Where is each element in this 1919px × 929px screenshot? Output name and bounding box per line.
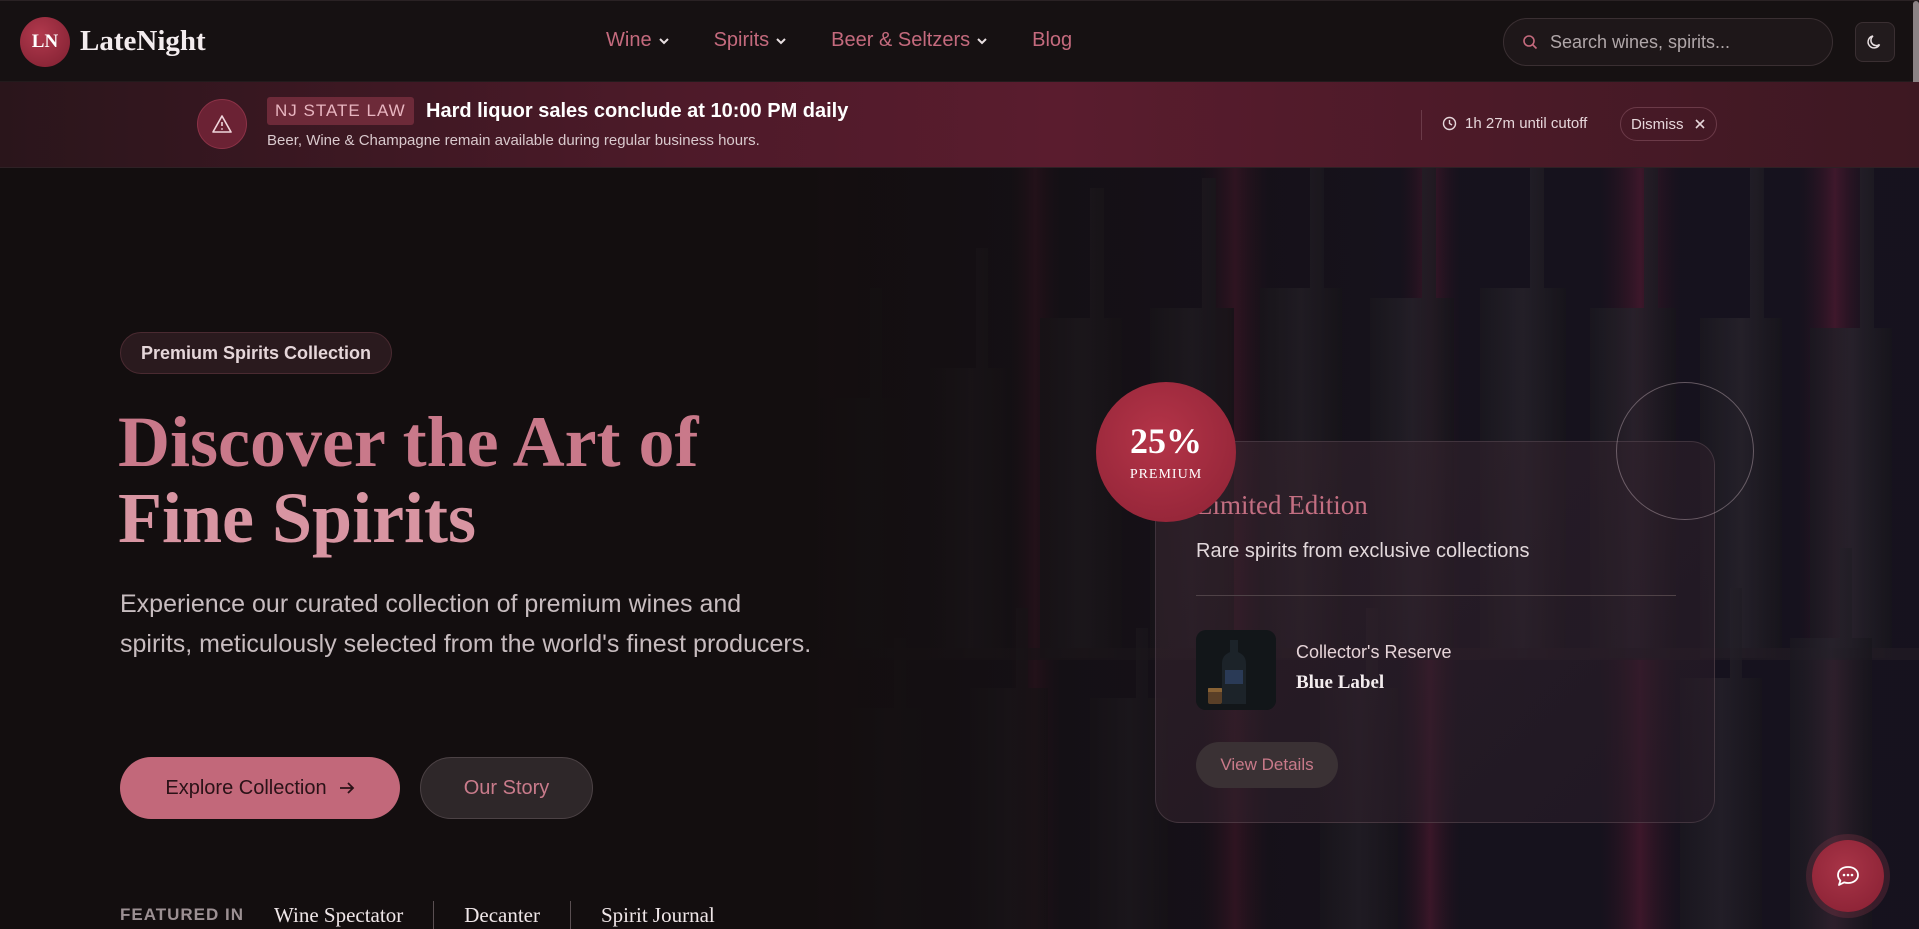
- chevron-down-icon: [658, 37, 669, 44]
- decorative-ring: [1616, 382, 1754, 520]
- clock-icon: [1442, 116, 1457, 131]
- search-icon: [1523, 35, 1538, 50]
- button-label: View Details: [1220, 755, 1314, 774]
- nav-item-wine[interactable]: Wine: [606, 29, 670, 52]
- top-nav: LN LateNight Wine Spirits Beer & Seltzer…: [0, 0, 1919, 116]
- product-name: Blue Label: [1296, 672, 1385, 693]
- countdown-text: 1h 27m until cutoff: [1465, 115, 1588, 132]
- our-story-button[interactable]: Our Story: [420, 757, 593, 819]
- headline-line-2: Fine Spirits: [118, 478, 477, 558]
- featured-separator: [433, 901, 435, 929]
- logo-text[interactable]: LateNight: [80, 25, 206, 58]
- discount-badge: 25% PREMIUM: [1096, 382, 1236, 522]
- card-subtitle: Rare spirits from exclusive collections: [1196, 540, 1530, 562]
- law-alert-banner: NJ STATE LAW Hard liquor sales conclude …: [0, 82, 1919, 168]
- arrow-right-icon: [339, 782, 354, 794]
- alert-subtitle: Beer, Wine & Champagne remain available …: [267, 132, 760, 149]
- collection-pill: Premium Spirits Collection: [120, 332, 393, 374]
- chevron-down-icon: [977, 37, 987, 44]
- hero-headline: Discover the Art of Fine Spirits: [118, 404, 838, 556]
- chat-button[interactable]: [1812, 840, 1884, 912]
- nav-item-beer-seltzers[interactable]: Beer & Seltzers: [831, 29, 988, 52]
- warning-triangle-icon: [197, 99, 247, 149]
- main-menu: Wine Spirits Beer & Seltzers Blog: [606, 29, 1116, 52]
- theme-toggle-button[interactable]: [1855, 22, 1895, 62]
- dismiss-button[interactable]: Dismiss: [1620, 107, 1717, 141]
- nav-item-label: Beer & Seltzers: [831, 29, 971, 51]
- close-icon: [1694, 119, 1705, 129]
- featured-label: FEATURED IN: [120, 905, 245, 924]
- chevron-down-icon: [776, 37, 786, 44]
- nav-item-label: Spirits: [713, 29, 770, 51]
- product-thumbnail[interactable]: [1196, 630, 1276, 710]
- nav-item-spirits[interactable]: Spirits: [714, 29, 788, 52]
- explore-collection-button[interactable]: Explore Collection: [120, 757, 400, 819]
- featured-in-row: FEATURED IN Wine Spectator Decanter Spir…: [120, 901, 715, 929]
- alert-title: Hard liquor sales conclude at 10:00 PM d…: [426, 100, 849, 122]
- card-title: Limited Edition: [1196, 490, 1368, 520]
- law-badge: NJ STATE LAW: [267, 97, 414, 125]
- product-label: Collector's Reserve: [1296, 642, 1452, 662]
- moon-icon: [1867, 35, 1881, 49]
- alert-divider: [1421, 110, 1422, 140]
- logo-badge[interactable]: LN: [20, 17, 70, 67]
- hero-section: Premium Spirits Collection Discover the …: [0, 168, 1919, 929]
- featured-pub: Decanter: [464, 902, 540, 927]
- discount-percent: 25%: [1130, 421, 1202, 461]
- card-divider: [1196, 595, 1676, 596]
- featured-pub: Wine Spectator: [274, 902, 404, 927]
- search-input[interactable]: [1550, 31, 1810, 53]
- headline-line-1: Discover the Art of: [118, 402, 699, 482]
- dismiss-label: Dismiss: [1631, 115, 1684, 133]
- nav-item-label: Wine: [606, 29, 652, 51]
- bottle-image: [1196, 630, 1276, 710]
- discount-label: PREMIUM: [1129, 467, 1203, 482]
- nav-item-blog[interactable]: Blog: [1032, 29, 1072, 52]
- hero-description: Experience our curated collection of pre…: [120, 590, 812, 658]
- limited-edition-card: Limited Edition Rare spirits from exclus…: [1155, 441, 1715, 823]
- featured-separator: [570, 901, 571, 929]
- button-label: Our Story: [463, 776, 550, 799]
- nav-item-label: Blog: [1032, 29, 1073, 51]
- button-label: Explore Collection: [165, 776, 327, 799]
- view-details-button[interactable]: View Details: [1196, 742, 1338, 788]
- search-box: [1503, 18, 1833, 66]
- cutoff-countdown: 1h 27m until cutoff: [1442, 115, 1587, 132]
- featured-pub: Spirit Journal: [601, 902, 715, 927]
- chat-bubble-icon: [1837, 866, 1859, 886]
